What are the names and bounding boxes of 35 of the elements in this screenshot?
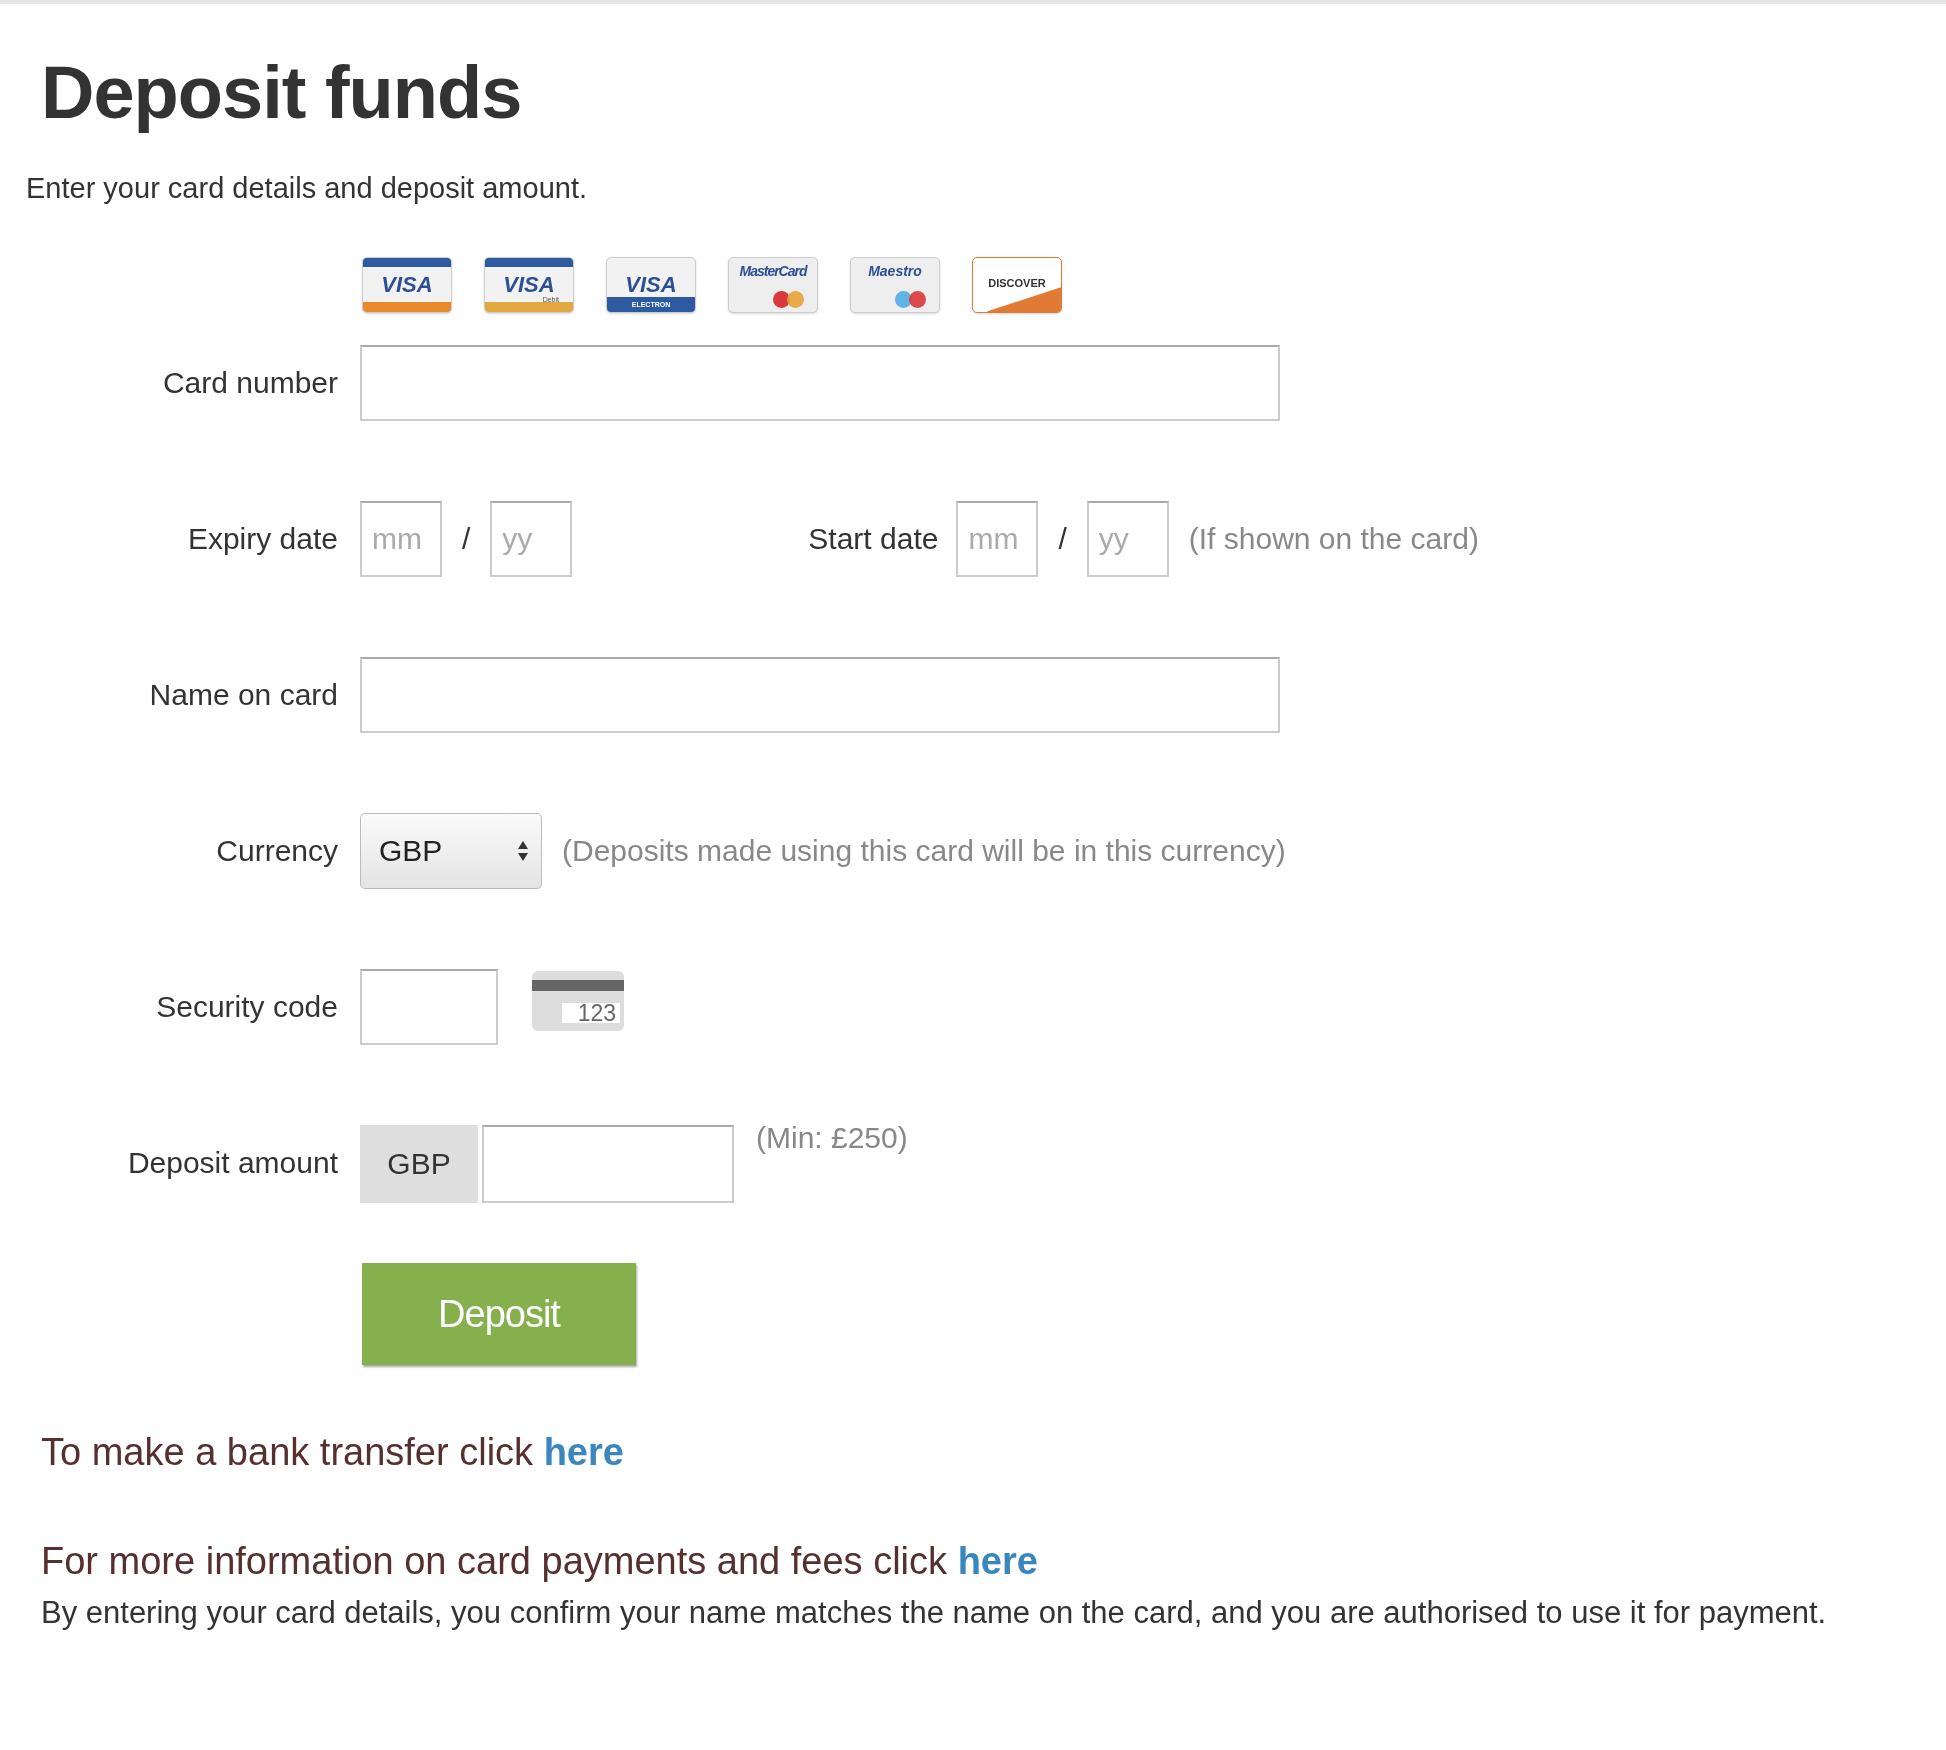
field-label: Security code: [156, 990, 338, 1023]
card-back-icon: 123: [532, 971, 624, 1031]
hint-text: (If shown on the card): [1188, 522, 1479, 556]
intro-text: Enter your card details and deposit amount.: [26, 172, 587, 205]
text-field[interactable]: [360, 657, 1280, 733]
text-field[interactable]: [360, 345, 1280, 421]
currency-select[interactable]: GBP: [360, 813, 542, 889]
field-label: Name on card: [149, 678, 338, 711]
card-logo: DISCOVER: [972, 257, 1062, 313]
card-logo: Maestro: [850, 257, 940, 313]
field-label: Expiry date: [187, 522, 338, 555]
here-link[interactable]: here: [957, 1540, 1038, 1582]
hint-text: (Min: £250): [756, 1121, 908, 1155]
field-label: Deposit amount: [127, 1146, 338, 1179]
select-arrows-icon: [517, 839, 529, 863]
info-text: To make a bank transfer click here: [41, 1431, 624, 1474]
field-label: Card number: [162, 366, 338, 399]
here-link[interactable]: here: [543, 1431, 624, 1473]
deposit-button[interactable]: Deposit: [362, 1263, 636, 1365]
field-label: Start date: [808, 522, 939, 556]
field-label: Currency: [216, 834, 338, 867]
card-logo: MasterCard: [728, 257, 818, 313]
amount-field[interactable]: [482, 1125, 734, 1203]
hint-text: (Deposits made using this card will be in this currency): [562, 834, 1286, 868]
month-field[interactable]: mm: [956, 501, 1039, 577]
date-separator: /: [462, 522, 471, 556]
info-text: For more information on card payments and fees click here: [41, 1540, 1038, 1583]
security-code-field[interactable]: [360, 969, 498, 1045]
month-field[interactable]: mm: [360, 501, 442, 577]
currency-prefix: GBP: [360, 1125, 478, 1203]
year-field[interactable]: yy: [490, 501, 573, 577]
year-field[interactable]: yy: [1086, 501, 1169, 577]
disclaimer-text: By entering your card details, you confirm your name matches the name on the card, and you are authorised to use it for payment.: [41, 1594, 1828, 1632]
card-logo: VISA: [362, 257, 452, 313]
date-separator: /: [1058, 522, 1067, 556]
